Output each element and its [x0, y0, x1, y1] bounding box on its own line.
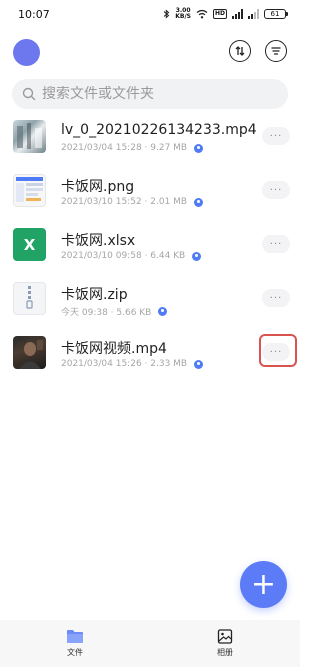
status-icons: 3.00 KB/S HD 61: [163, 7, 288, 20]
file-list: lv_0_20210226134233.mp4 2021/03/04 15:28…: [0, 113, 300, 383]
sort-lines-icon: [271, 47, 281, 55]
app-screen: 10:07 3.00 KB/S HD 61 搜索文件或文件夹 lv_0_2021…: [0, 0, 300, 667]
album-icon: [217, 629, 233, 644]
search-icon: [22, 87, 36, 101]
bluetooth-icon: [163, 9, 170, 19]
more-button[interactable]: ···: [262, 127, 290, 145]
video-thumbnail: [13, 336, 46, 369]
file-meta: 2021/03/04 15:26 · 2.33 MB: [61, 359, 204, 369]
file-name: 卡饭网视频.mp4: [61, 341, 167, 357]
zip-zipper-icon: [26, 286, 33, 309]
net-speed: 3.00 KB/S: [175, 7, 191, 20]
signal-icon-1: [232, 9, 243, 19]
cloud-synced-icon: [192, 251, 202, 261]
file-row[interactable]: 卡饭网视频.mp4 2021/03/04 15:26 · 2.33 MB ···: [0, 329, 300, 383]
folder-icon: [67, 630, 83, 643]
nav-item-album[interactable]: 相册: [150, 620, 300, 667]
video-frame-icon: [19, 340, 43, 369]
wifi-icon: [196, 9, 208, 19]
file-row[interactable]: 卡饭网.zip 今天 09:38 · 5.66 KB ···: [0, 275, 300, 329]
file-meta: 2021/03/04 15:28 · 9.27 MB: [61, 143, 204, 153]
file-name: lv_0_20210226134233.mp4: [61, 122, 257, 138]
file-meta: 2021/03/10 15:52 · 2.01 MB: [61, 197, 204, 207]
nav-label-files: 文件: [67, 648, 83, 657]
file-name: 卡饭网.zip: [61, 287, 128, 303]
cloud-synced-icon: [158, 307, 168, 316]
file-row[interactable]: 卡饭网.png 2021/03/10 15:52 · 2.01 MB ···: [0, 167, 300, 221]
status-bar: 10:07 3.00 KB/S HD 61: [0, 0, 300, 28]
transfer-button[interactable]: [229, 40, 251, 62]
video-thumbnail: [13, 120, 46, 153]
file-name: 卡饭网.xlsx: [61, 233, 136, 249]
video-frame-icon: [17, 123, 42, 149]
search-bar[interactable]: [12, 79, 288, 109]
zip-icon: [13, 282, 46, 315]
screenshot-preview-icon: [16, 177, 43, 202]
signal-icon-2: [248, 9, 259, 19]
transfer-arrows-icon: [235, 46, 245, 56]
avatar[interactable]: [13, 39, 40, 66]
search-input[interactable]: [42, 86, 272, 102]
cloud-synced-icon: [194, 143, 204, 153]
nav-label-album: 相册: [217, 648, 233, 657]
hd-badge: HD: [212, 9, 227, 19]
more-button[interactable]: ···: [262, 181, 290, 199]
cloud-synced-icon: [194, 197, 204, 207]
bottom-nav: 文件 相册: [0, 620, 300, 667]
sort-button[interactable]: [265, 40, 287, 62]
excel-icon: X: [13, 228, 46, 261]
battery-icon: 61: [264, 9, 288, 19]
more-button[interactable]: ···: [262, 343, 290, 361]
more-button[interactable]: ···: [262, 289, 290, 307]
file-row[interactable]: X 卡饭网.xlsx 2021/03/10 09:58 · 6.44 KB ··…: [0, 221, 300, 275]
file-meta: 2021/03/10 09:58 · 6.44 KB: [61, 251, 202, 261]
status-time: 10:07: [18, 7, 50, 21]
file-row[interactable]: lv_0_20210226134233.mp4 2021/03/04 15:28…: [0, 113, 300, 167]
file-meta: 今天 09:38 · 5.66 KB: [61, 305, 168, 318]
image-thumbnail: [13, 174, 46, 207]
add-button[interactable]: +: [240, 561, 287, 608]
file-name: 卡饭网.png: [61, 179, 135, 195]
more-button[interactable]: ···: [262, 235, 290, 253]
nav-item-files[interactable]: 文件: [0, 620, 150, 667]
cloud-synced-icon: [194, 359, 204, 369]
